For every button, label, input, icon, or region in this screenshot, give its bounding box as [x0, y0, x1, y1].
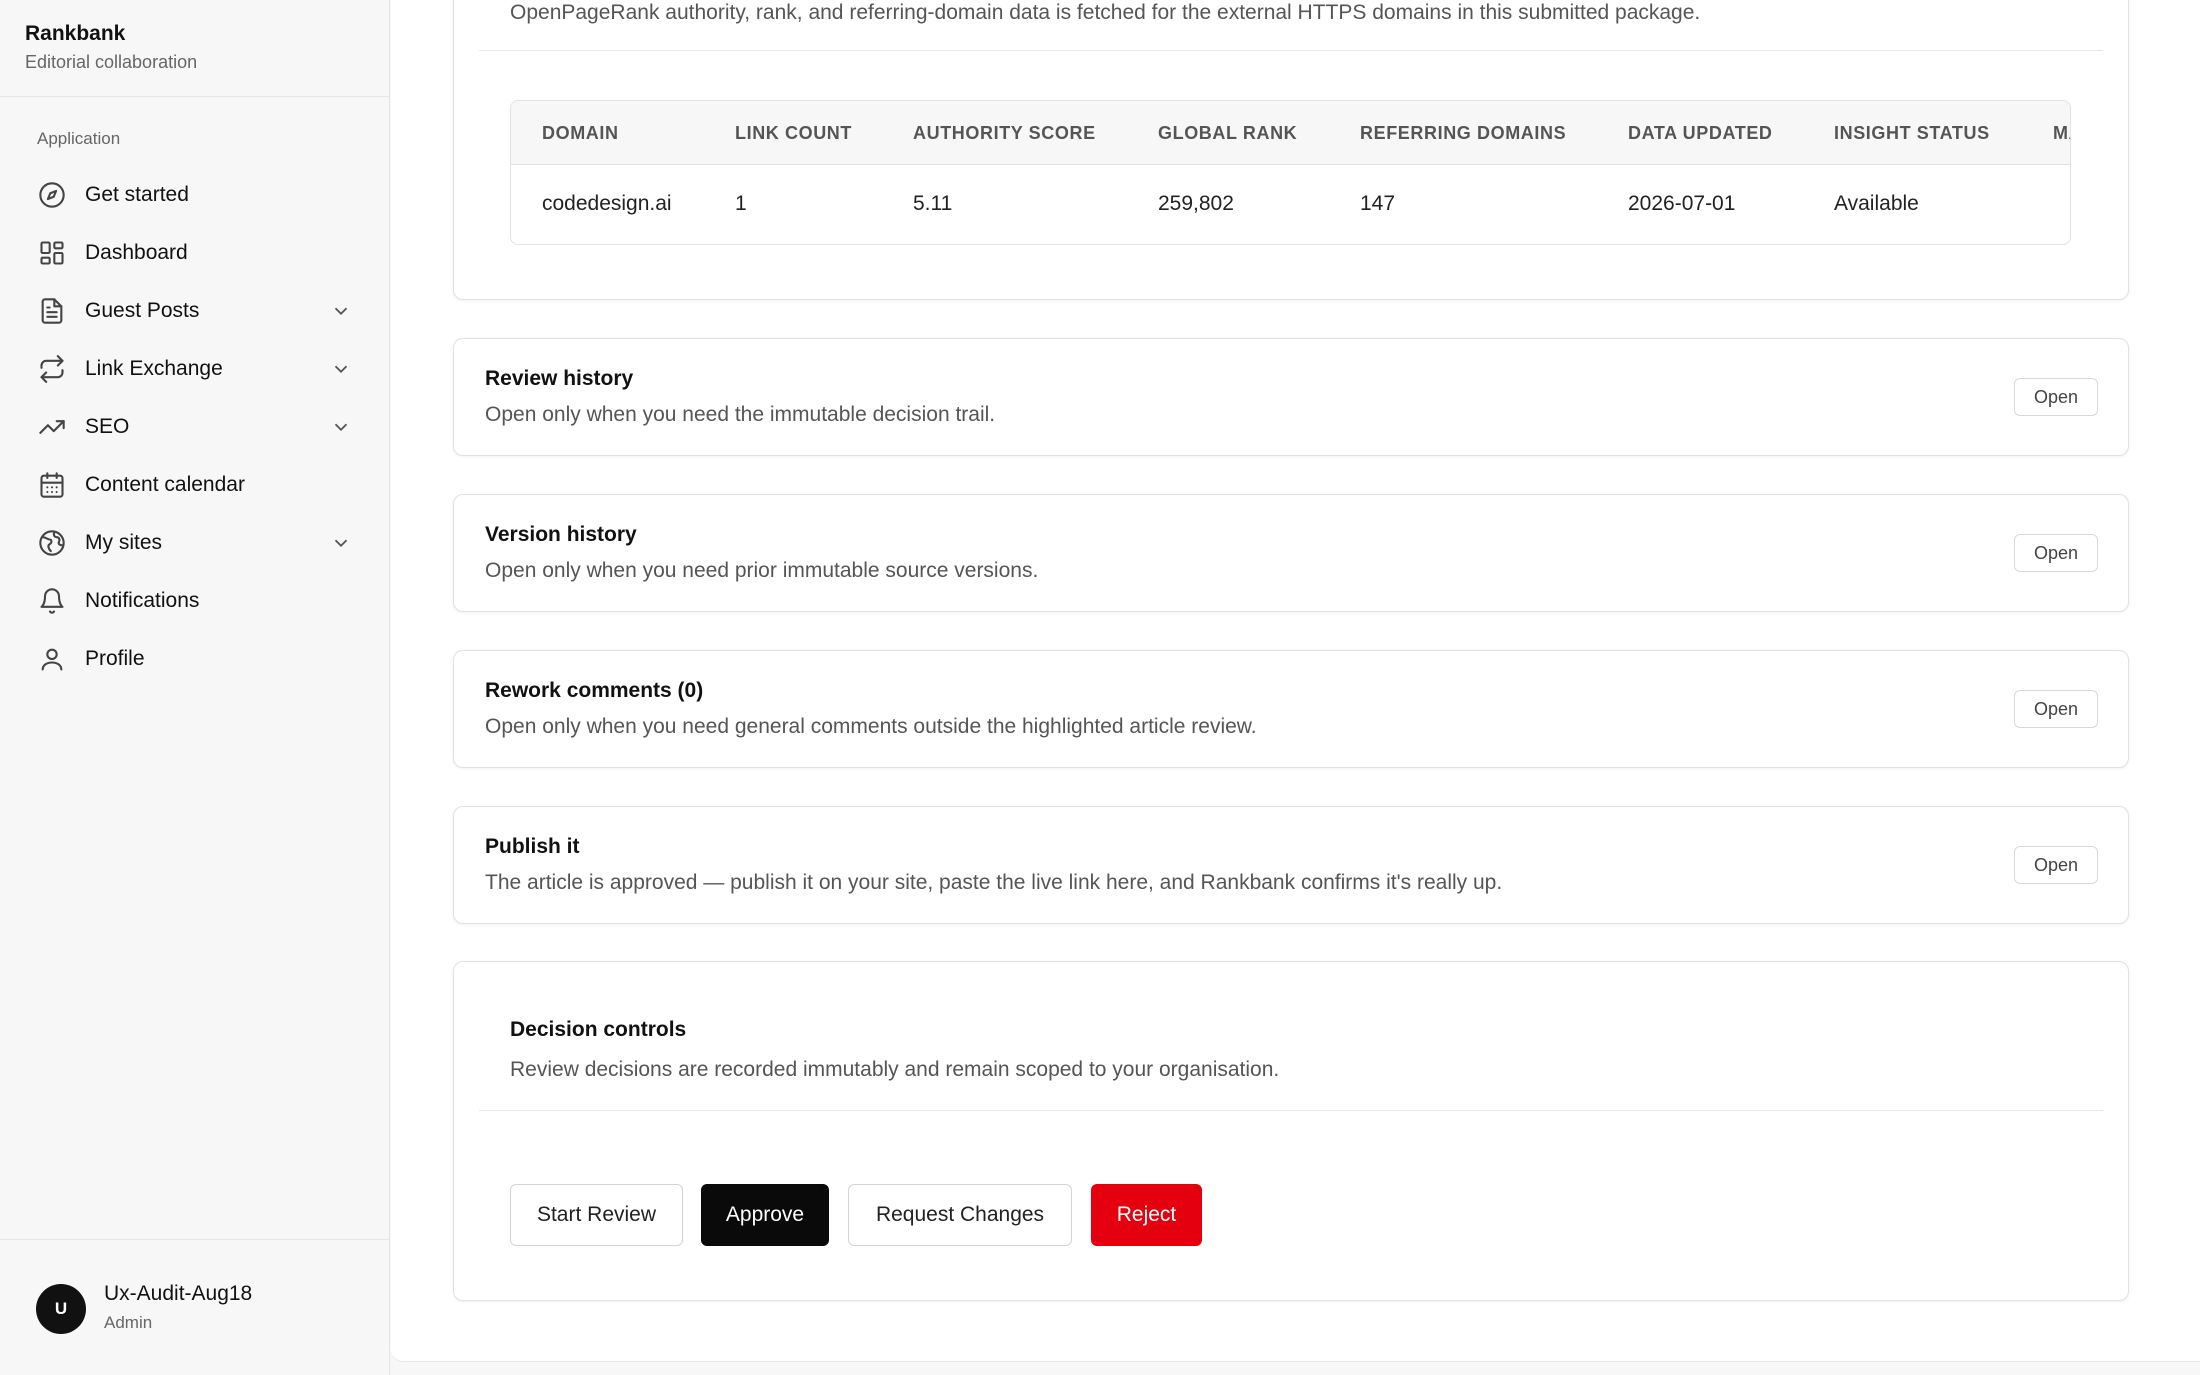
column-header: DOMAIN: [542, 123, 619, 143]
panel-title: Rework comments (0): [485, 679, 704, 702]
domains-table: DOMAIN LINK COUNT AUTHORITY SCORE GLOBAL…: [510, 100, 2071, 245]
sidebar-item-label: SEO: [85, 415, 130, 438]
sidebar-item-get-started[interactable]: Get started: [0, 166, 390, 224]
chevron-down-icon[interactable]: [330, 300, 352, 322]
panel-title: Review history: [485, 367, 634, 390]
column-header: MA: [2053, 123, 2070, 143]
nav-section-label: Application: [37, 129, 121, 148]
domain-insights-card: OpenPageRank authority, rank, and referr…: [453, 0, 2129, 300]
table-header: DOMAIN LINK COUNT AUTHORITY SCORE GLOBAL…: [511, 101, 2070, 165]
main-content: OpenPageRank authority, rank, and referr…: [391, 0, 2200, 1362]
globe-icon: [37, 528, 67, 558]
table-cell: 5.11: [913, 192, 953, 215]
column-header: GLOBAL RANK: [1158, 123, 1298, 143]
panel-description: Open only when you need general comments…: [485, 715, 1257, 738]
panel-description: Open only when you need the immutable de…: [485, 403, 996, 426]
repeat-icon: [37, 354, 67, 384]
user-icon: [37, 644, 67, 674]
user-role: Admin: [104, 1313, 153, 1332]
column-header: DATA UPDATED: [1628, 123, 1773, 143]
brand: Rankbank Editorial collaboration: [0, 0, 389, 97]
table-cell: Available: [1834, 192, 1919, 215]
column-header: AUTHORITY SCORE: [913, 123, 1096, 143]
open-rework-comments-button[interactable]: Open: [2014, 690, 2098, 728]
column-header: INSIGHT STATUS: [1834, 123, 1990, 143]
sidebar-item-label: Guest Posts: [85, 299, 200, 322]
start-review-button[interactable]: Start Review: [510, 1184, 683, 1246]
calendar-icon: [37, 470, 67, 500]
table-cell: 1: [735, 192, 747, 215]
column-header: LINK COUNT: [735, 123, 852, 143]
sidebar: Rankbank Editorial collaboration Applica…: [0, 0, 390, 1375]
sidebar-item-profile[interactable]: Profile: [0, 630, 390, 688]
decision-title: Decision controls: [510, 1018, 687, 1041]
rework-comments-panel: Rework comments (0) Open only when you n…: [453, 650, 2129, 768]
user-menu[interactable]: U Ux-Audit-Aug18 Admin: [0, 1239, 390, 1375]
divider: [479, 1110, 2103, 1111]
sidebar-item-label: Profile: [85, 647, 145, 670]
document-icon: [37, 296, 67, 326]
panel-title: Publish it: [485, 835, 580, 858]
table-cell: 2026-07-01: [1628, 192, 1736, 215]
sidebar-nav: Get started Dashboard Guest Posts Link E…: [0, 166, 390, 688]
table-cell: 147: [1360, 192, 1396, 215]
open-version-history-button[interactable]: Open: [2014, 534, 2098, 572]
request-changes-button[interactable]: Request Changes: [848, 1184, 1072, 1246]
brand-subtitle: Editorial collaboration: [25, 52, 198, 72]
sidebar-item-label: Notifications: [85, 589, 200, 612]
panel-title: Version history: [485, 523, 637, 546]
chevron-down-icon[interactable]: [330, 416, 352, 438]
chevron-down-icon[interactable]: [330, 532, 352, 554]
domain-insights-description: OpenPageRank authority, rank, and referr…: [510, 1, 1701, 24]
version-history-panel: Version history Open only when you need …: [453, 494, 2129, 612]
sidebar-item-notifications[interactable]: Notifications: [0, 572, 390, 630]
decision-controls-card: Decision controls Review decisions are r…: [453, 961, 2129, 1301]
publish-it-panel: Publish it The article is approved — pub…: [453, 806, 2129, 924]
avatar: U: [36, 1284, 86, 1334]
sidebar-item-label: Dashboard: [85, 241, 188, 264]
trending-up-icon: [37, 412, 67, 442]
bell-icon: [37, 586, 67, 616]
approve-button[interactable]: Approve: [701, 1184, 829, 1246]
decision-description: Review decisions are recorded immutably …: [510, 1058, 1280, 1081]
sidebar-item-seo[interactable]: SEO: [0, 398, 390, 456]
panel-description: The article is approved — publish it on …: [485, 871, 1503, 894]
sidebar-item-label: My sites: [85, 531, 163, 554]
sidebar-item-guest-posts[interactable]: Guest Posts: [0, 282, 390, 340]
sidebar-item-label: Get started: [85, 183, 189, 206]
sidebar-item-content-calendar[interactable]: Content calendar: [0, 456, 390, 514]
sidebar-item-my-sites[interactable]: My sites: [0, 514, 390, 572]
open-review-history-button[interactable]: Open: [2014, 378, 2098, 416]
compass-icon: [37, 180, 67, 210]
divider: [479, 50, 2103, 51]
grid-icon: [37, 238, 67, 268]
table-cell: 259,802: [1158, 192, 1234, 215]
user-name: Ux-Audit-Aug18: [104, 1282, 253, 1305]
reject-button[interactable]: Reject: [1091, 1184, 1202, 1246]
table-cell: codedesign.ai: [542, 192, 672, 215]
sidebar-item-label: Content calendar: [85, 473, 245, 496]
panel-description: Open only when you need prior immutable …: [485, 559, 1039, 582]
review-history-panel: Review history Open only when you need t…: [453, 338, 2129, 456]
sidebar-item-link-exchange[interactable]: Link Exchange: [0, 340, 390, 398]
brand-name: Rankbank: [25, 22, 126, 45]
open-publish-it-button[interactable]: Open: [2014, 846, 2098, 884]
column-header: REFERRING DOMAINS: [1360, 123, 1567, 143]
chevron-down-icon[interactable]: [330, 358, 352, 380]
sidebar-item-dashboard[interactable]: Dashboard: [0, 224, 390, 282]
sidebar-item-label: Link Exchange: [85, 357, 223, 380]
